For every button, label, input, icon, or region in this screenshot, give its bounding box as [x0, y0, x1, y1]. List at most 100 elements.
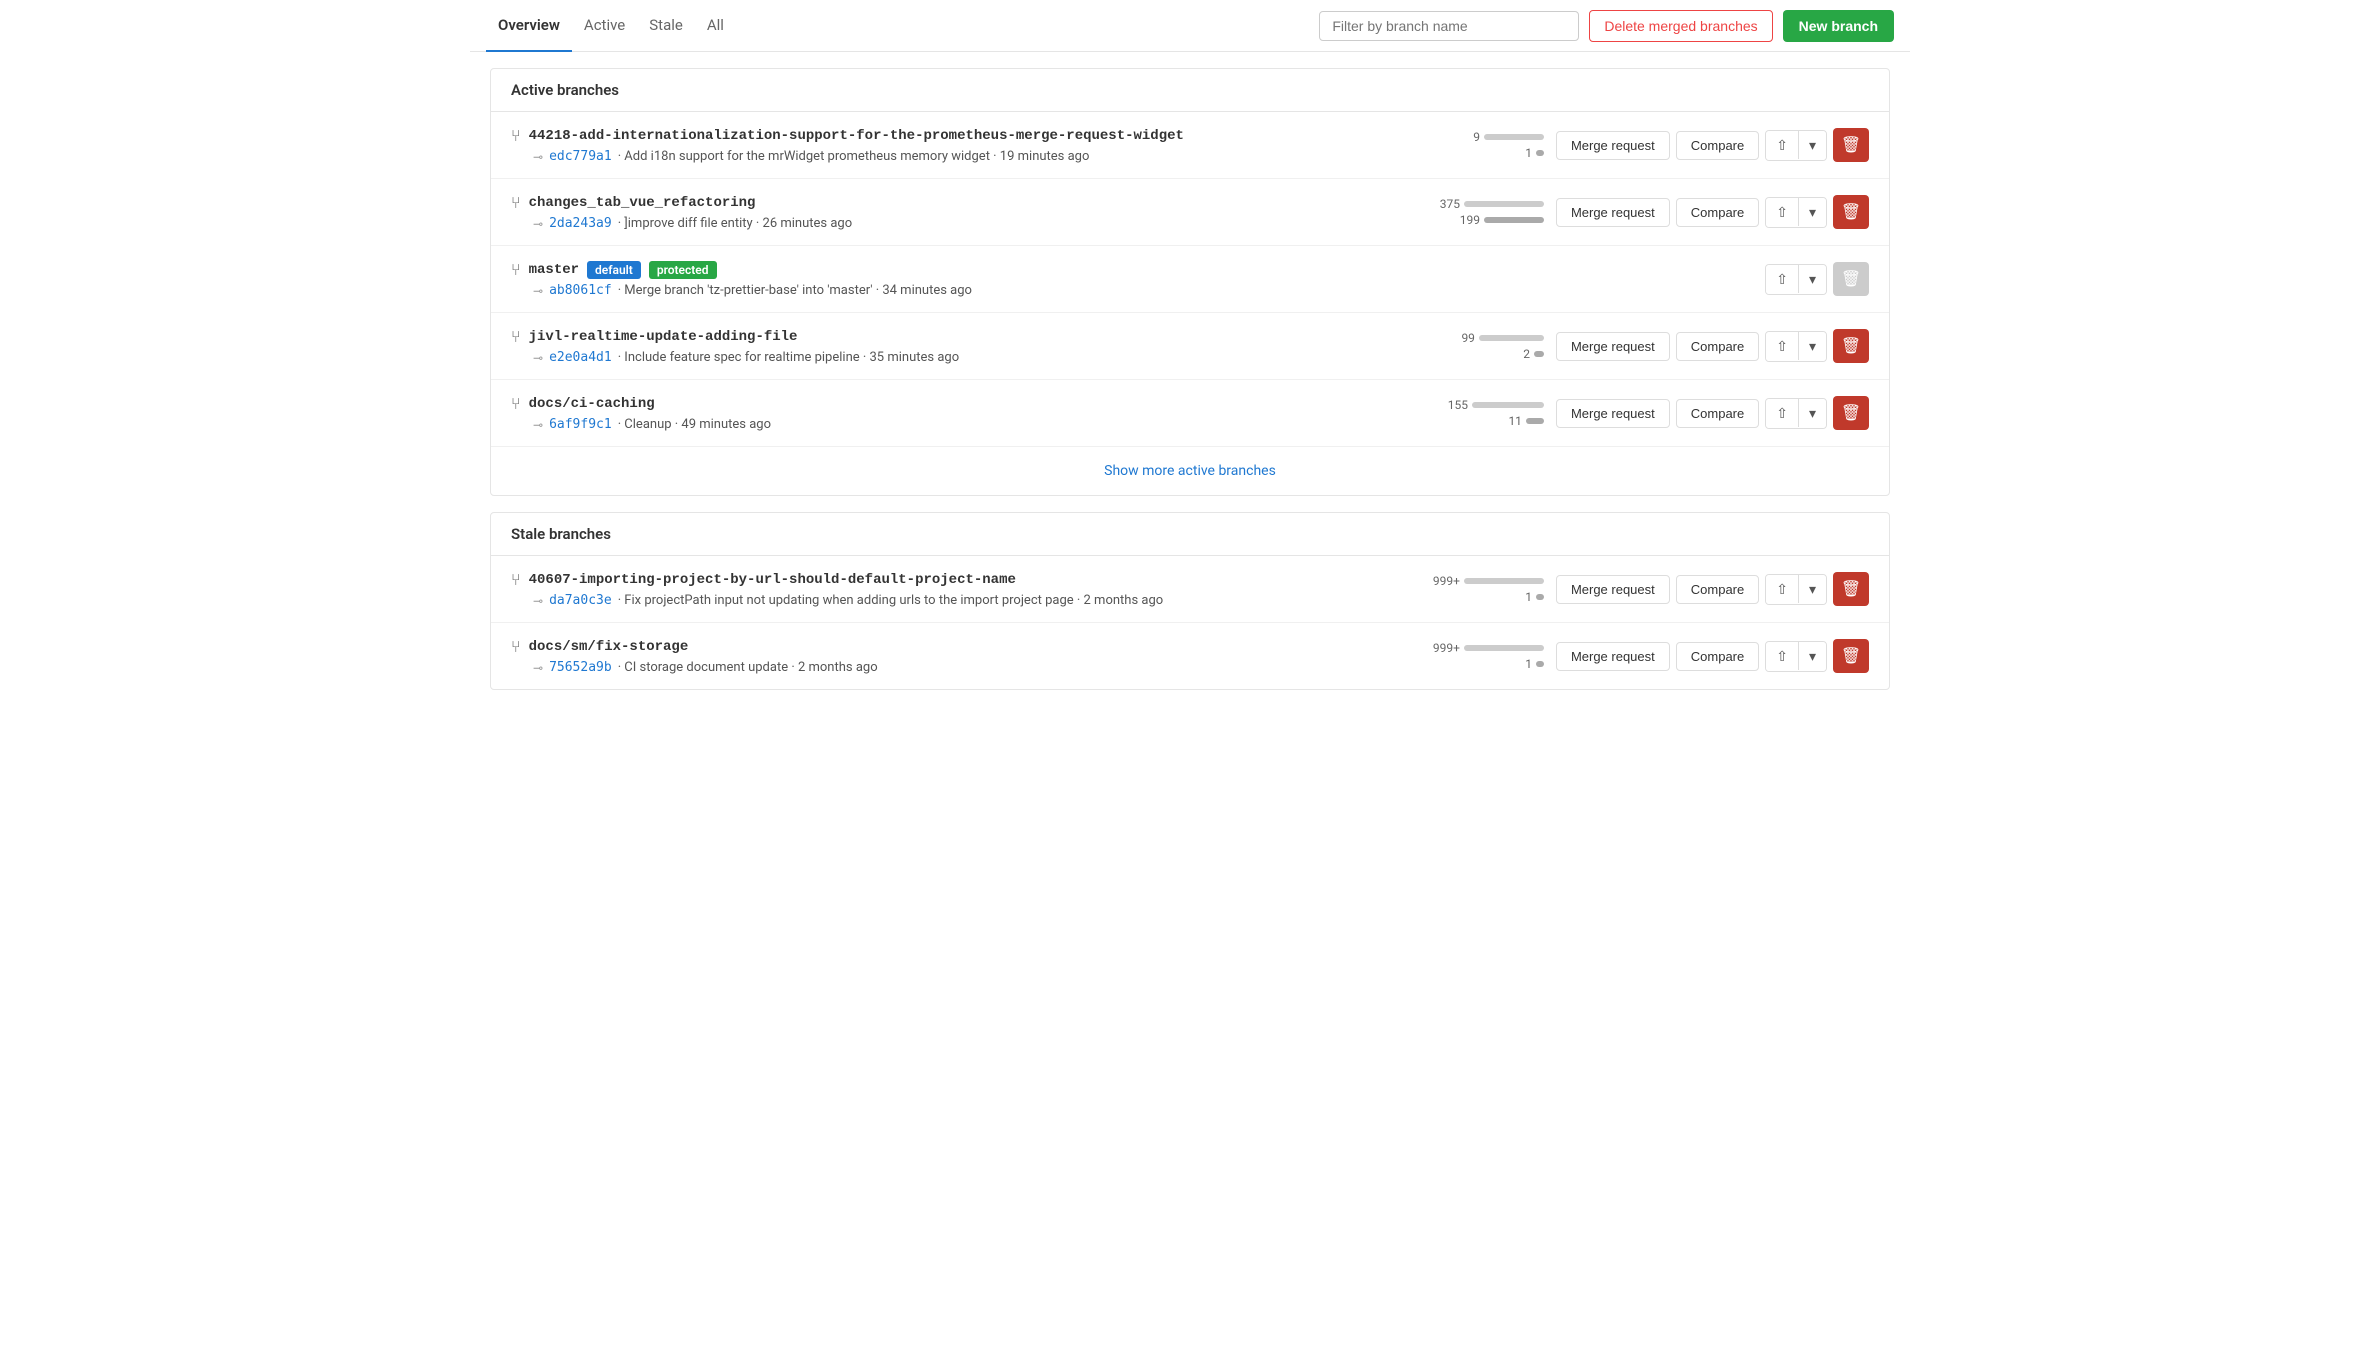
- badge-protected: protected: [649, 261, 717, 279]
- ahead-bar: [1484, 217, 1544, 223]
- branch-icon: ⑂: [511, 327, 521, 346]
- branch-row: ⑂ jivl-realtime-update-adding-file ⊸ e2e…: [491, 313, 1889, 380]
- branch-name-row: ⑂ docs/sm/fix-storage: [511, 637, 1416, 656]
- upload-button[interactable]: ⇧: [1766, 131, 1798, 160]
- delete-branch-button[interactable]: 🗑: [1833, 195, 1869, 229]
- branch-name: 40607-importing-project-by-url-should-de…: [529, 572, 1016, 588]
- branch-info: ⑂ docs/sm/fix-storage ⊸ 75652a9b · CI st…: [511, 637, 1416, 675]
- branch-row: ⑂ changes_tab_vue_refactoring ⊸ 2da243a9…: [491, 179, 1889, 246]
- upload-button[interactable]: ⇧: [1766, 575, 1798, 604]
- branch-icon: ⑂: [511, 260, 521, 279]
- behind-bar: [1464, 645, 1544, 651]
- commit-hash-link[interactable]: e2e0a4d1: [549, 350, 612, 365]
- branch-commit-row: ⊸ edc779a1 · Add i18n support for the mr…: [533, 149, 1436, 164]
- commit-hash-link[interactable]: edc779a1: [549, 149, 612, 164]
- commit-hash-link[interactable]: da7a0c3e: [549, 593, 612, 608]
- ahead-bar-row: 1: [1500, 590, 1544, 604]
- branch-info: ⑂ jivl-realtime-update-adding-file ⊸ e2e…: [511, 327, 1431, 365]
- compare-button[interactable]: Compare: [1676, 198, 1759, 227]
- commit-message: · Merge branch 'tz-prettier-base' into '…: [618, 283, 972, 298]
- merge-request-button[interactable]: Merge request: [1556, 399, 1670, 428]
- stats-bar: 375 199: [1428, 197, 1544, 227]
- dropdown-button[interactable]: ▾: [1799, 198, 1826, 227]
- commit-message: · Include feature spec for realtime pipe…: [618, 350, 959, 365]
- commit-hash-link[interactable]: 75652a9b: [549, 660, 612, 675]
- delete-branch-button[interactable]: 🗑: [1833, 329, 1869, 363]
- stale-section-title: Stale branches: [511, 525, 611, 543]
- upload-button[interactable]: ⇧: [1766, 265, 1798, 294]
- commit-hash-link[interactable]: 6af9f9c1: [549, 417, 612, 432]
- ahead-count: 11: [1490, 414, 1522, 428]
- nav-tabs: OverviewActiveStaleAll: [486, 0, 1319, 51]
- behind-bar-row: 155: [1436, 398, 1544, 412]
- show-more-row: Show more active branches: [491, 446, 1889, 495]
- compare-button[interactable]: Compare: [1676, 399, 1759, 428]
- new-branch-button[interactable]: New branch: [1783, 10, 1894, 42]
- compare-button[interactable]: Compare: [1676, 575, 1759, 604]
- dropdown-button[interactable]: ▾: [1799, 399, 1826, 428]
- branch-name-row: ⑂ 44218-add-internationalization-support…: [511, 126, 1436, 145]
- behind-count: 155: [1436, 398, 1468, 412]
- dropdown-button[interactable]: ▾: [1799, 332, 1826, 361]
- merge-request-button[interactable]: Merge request: [1556, 575, 1670, 604]
- branch-row: ⑂ docs/ci-caching ⊸ 6af9f9c1 · Cleanup ·…: [491, 380, 1889, 446]
- behind-bar: [1464, 578, 1544, 584]
- nav-tab-overview[interactable]: Overview: [486, 1, 572, 52]
- branch-name-row: ⑂ 40607-importing-project-by-url-should-…: [511, 570, 1416, 589]
- delete-branch-button[interactable]: 🗑: [1833, 396, 1869, 430]
- commit-hash-link[interactable]: 2da243a9: [549, 216, 612, 231]
- behind-bar-row: 9: [1448, 130, 1544, 144]
- dropdown-button[interactable]: ▾: [1799, 575, 1826, 604]
- bar-container: 999+ 1: [1428, 641, 1544, 671]
- upload-button[interactable]: ⇧: [1766, 332, 1798, 361]
- behind-bar-row: 999+: [1428, 641, 1544, 655]
- stats-bar: 99 2: [1443, 331, 1544, 361]
- branch-name: master: [529, 262, 579, 278]
- stale-branches-section: Stale branches ⑂ 40607-importing-project…: [490, 512, 1890, 690]
- filter-input[interactable]: [1319, 11, 1579, 41]
- merge-request-button[interactable]: Merge request: [1556, 332, 1670, 361]
- dropdown-button[interactable]: ▾: [1799, 265, 1826, 294]
- delete-branch-button[interactable]: 🗑: [1833, 639, 1869, 673]
- branch-name: docs/ci-caching: [529, 396, 655, 412]
- upload-dropdown-group: ⇧ ▾: [1765, 197, 1827, 228]
- row-actions: ⇧ ▾ 🗑: [1765, 262, 1869, 296]
- branch-name-row: ⑂ jivl-realtime-update-adding-file: [511, 327, 1431, 346]
- bar-container: 155 11: [1436, 398, 1544, 428]
- behind-count: 999+: [1428, 574, 1460, 588]
- ahead-count: 1: [1500, 590, 1532, 604]
- delete-merged-button[interactable]: Delete merged branches: [1589, 10, 1772, 42]
- delete-branch-button[interactable]: 🗑: [1833, 128, 1869, 162]
- merge-request-button[interactable]: Merge request: [1556, 198, 1670, 227]
- branch-row: ⑂ docs/sm/fix-storage ⊸ 75652a9b · CI st…: [491, 623, 1889, 689]
- compare-button[interactable]: Compare: [1676, 642, 1759, 671]
- stats-bar: 999+ 1: [1428, 641, 1544, 671]
- delete-branch-button[interactable]: 🗑: [1833, 572, 1869, 606]
- merge-request-button[interactable]: Merge request: [1556, 131, 1670, 160]
- branch-name-row: ⑂ master defaultprotected: [511, 260, 1651, 279]
- stats-bar: 9 1: [1448, 130, 1544, 160]
- merge-request-button[interactable]: Merge request: [1556, 642, 1670, 671]
- behind-bar: [1484, 134, 1544, 140]
- behind-bar: [1464, 201, 1544, 207]
- dropdown-button[interactable]: ▾: [1799, 131, 1826, 160]
- branch-row: ⑂ 40607-importing-project-by-url-should-…: [491, 556, 1889, 623]
- branch-row: ⑂ master defaultprotected ⊸ ab8061cf · M…: [491, 246, 1889, 313]
- branch-name: 44218-add-internationalization-support-f…: [529, 128, 1184, 144]
- dropdown-button[interactable]: ▾: [1799, 642, 1826, 671]
- branch-name: docs/sm/fix-storage: [529, 639, 689, 655]
- upload-button[interactable]: ⇧: [1766, 642, 1798, 671]
- nav-tab-active[interactable]: Active: [572, 1, 637, 52]
- upload-button[interactable]: ⇧: [1766, 198, 1798, 227]
- compare-button[interactable]: Compare: [1676, 131, 1759, 160]
- commit-icon: ⊸: [533, 594, 543, 608]
- upload-button[interactable]: ⇧: [1766, 399, 1798, 428]
- compare-button[interactable]: Compare: [1676, 332, 1759, 361]
- behind-bar-row: 375: [1428, 197, 1544, 211]
- nav-tab-all[interactable]: All: [695, 1, 736, 52]
- nav-tab-stale[interactable]: Stale: [637, 1, 695, 52]
- upload-dropdown-group: ⇧ ▾: [1765, 264, 1827, 295]
- show-more-active-link[interactable]: Show more active branches: [1104, 463, 1276, 479]
- ahead-bar: [1536, 661, 1544, 667]
- commit-hash-link[interactable]: ab8061cf: [549, 283, 612, 298]
